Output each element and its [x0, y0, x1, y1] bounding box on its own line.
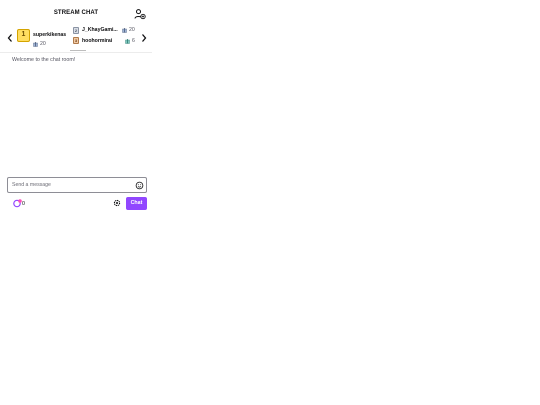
top-user-name: superkikenas — [33, 32, 67, 38]
chevron-right-icon[interactable] — [140, 33, 148, 43]
chat-input-box — [7, 177, 147, 193]
smiley-icon[interactable] — [135, 181, 144, 190]
leaderboard-top-user[interactable]: 1 superkikenas 20 — [17, 28, 69, 48]
gold-rank-badge: 1 — [17, 29, 30, 42]
channel-points-icon[interactable] — [12, 198, 28, 208]
gift-icon — [125, 39, 130, 44]
leaderboard-user-name: hoohormirai — [82, 38, 113, 44]
leaderboard-user-name: J_KhayGami... — [82, 27, 118, 33]
leaderboard-row[interactable]: 2 J_KhayGami... 20 — [73, 27, 137, 36]
channel-points-count: 0 — [22, 201, 25, 207]
stream-chat-panel: STREAM CHAT 1 superkikenas 20 2 J_KhayGa… — [0, 0, 152, 405]
rank-number: 1 — [21, 31, 26, 38]
leaderboard-user-count: 6 — [132, 38, 135, 44]
welcome-message: Welcome to the chat room! — [12, 57, 76, 63]
gift-icon — [122, 28, 127, 33]
bronze-rank-badge: 3 — [73, 37, 79, 44]
chat-title: STREAM CHAT — [53, 10, 99, 16]
gift-icon — [33, 42, 38, 47]
send-chat-button[interactable]: Chat — [126, 197, 147, 210]
chat-message-input[interactable] — [12, 180, 130, 190]
top-user-count: 20 — [40, 41, 46, 47]
leaderboard-row[interactable]: 3 hoohormirai 6 — [73, 37, 137, 46]
silver-rank-badge: 2 — [73, 27, 79, 34]
gear-icon[interactable] — [113, 199, 121, 207]
chat-message-list: Welcome to the chat room! — [0, 53, 152, 173]
leaderboard-user-count: 20 — [129, 27, 135, 33]
chevron-left-icon[interactable] — [6, 33, 14, 43]
carousel-indicator — [70, 50, 86, 51]
gift-leaderboard: 1 superkikenas 20 2 J_KhayGami... 20 3 h… — [0, 24, 152, 53]
users-icon[interactable] — [134, 8, 146, 20]
chat-header: STREAM CHAT — [0, 0, 152, 26]
